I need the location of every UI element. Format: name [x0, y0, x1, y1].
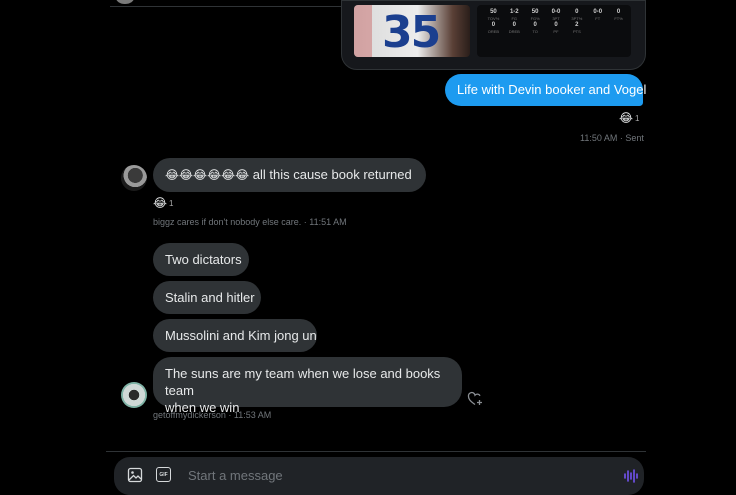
jersey-stripe — [354, 5, 372, 57]
message-meta: biggz cares if don't nobody else care. ·… — [153, 217, 347, 227]
stat-label: 3PT% — [571, 16, 583, 21]
message-composer: GIF Start a message — [114, 457, 644, 495]
message-meta: getoffmydickerson · 11:53 AM — [153, 410, 272, 420]
avatar[interactable] — [121, 382, 147, 408]
stats-panel: 50 1-2 50 0-0 0 0-0 0 TOV% FG FG% 3PT 3PT% FT FT% 0 0 0 0… — [477, 5, 631, 57]
sent-message-meta: 11:50 AM · Sent — [580, 133, 644, 143]
stat-value: 0 — [554, 22, 558, 28]
sent-message-text: Life with Devin booker and Vogel — [457, 82, 647, 97]
stat-label: PF — [553, 29, 559, 34]
composer-divider — [106, 451, 646, 452]
reaction-count: 1 — [169, 198, 174, 208]
message-text: all this cause book returned — [252, 167, 412, 182]
reaction-count: 1 — [635, 113, 640, 123]
laughing-emoji-icon: 😂 — [153, 196, 168, 210]
stat-value: 0 — [575, 9, 579, 15]
stat-value: 2 — [575, 22, 579, 28]
sent-message-bubble[interactable]: Life with Devin booker and Vogel — [445, 74, 647, 106]
stat-value: 0 — [533, 22, 537, 28]
stat-label: PTS — [572, 29, 581, 34]
stat-label: TOV% — [487, 16, 500, 21]
stat-label: 3PT — [552, 16, 560, 21]
received-message-bubble[interactable]: 😂😂😂😂😂😂 all this cause book returned — [153, 158, 426, 192]
stat-label — [608, 29, 629, 34]
jersey-number: 35 — [382, 7, 441, 57]
stat-label: FT — [595, 16, 601, 21]
stat-value: 0 — [616, 9, 621, 15]
stat-label: FG — [511, 16, 518, 21]
stat-label — [587, 29, 608, 34]
stat-label: DREB — [508, 29, 520, 34]
stat-value: 0 — [512, 22, 516, 28]
image-icon[interactable] — [127, 467, 143, 483]
stat-value: 0-0 — [551, 9, 561, 15]
message-input[interactable]: Start a message — [188, 468, 283, 483]
stat-value: 0-0 — [593, 9, 603, 15]
previous-avatar — [116, 0, 134, 4]
message-text: Two dictators — [165, 252, 242, 267]
stat-value: 50 — [531, 9, 539, 15]
gif-icon[interactable]: GIF — [156, 467, 171, 482]
avatar[interactable] — [121, 165, 147, 191]
voice-message-icon[interactable] — [622, 468, 638, 484]
stat-label: TO — [532, 29, 538, 34]
received-message-bubble[interactable]: Stalin and hitler — [153, 281, 261, 314]
received-message-bubble[interactable]: Two dictators — [153, 243, 249, 276]
stat-label: OREB — [487, 29, 500, 34]
message-text-line: The suns are my team when we lose and bo… — [165, 366, 441, 398]
add-reaction-icon[interactable] — [467, 391, 483, 407]
laughing-emoji-icon: 😂 — [619, 111, 634, 125]
stat-value: 1-2 — [509, 9, 519, 15]
shared-media-card[interactable]: 35 50 1-2 50 0-0 0 0-0 0 TOV% FG FG% 3PT 3PT% FT FT% 0… — [341, 0, 646, 70]
message-emojis: 😂😂😂😂😂😂 — [165, 168, 250, 182]
stat-value — [587, 22, 608, 28]
stat-value: 50 — [490, 9, 497, 15]
stat-value: 0 — [491, 22, 496, 28]
stat-grid: 50 1-2 50 0-0 0 0-0 0 TOV% FG FG% 3PT 3PT% FT FT% 0 0 0 0… — [483, 9, 629, 34]
message-reaction[interactable]: 😂 1 — [153, 197, 173, 209]
stat-label: FG% — [530, 16, 540, 21]
player-photo: 35 — [354, 5, 470, 57]
sent-message-reaction[interactable]: 😂 1 — [619, 112, 639, 124]
received-message-bubble[interactable]: Mussolini and Kim jong un — [153, 319, 317, 352]
received-message-bubble[interactable]: The suns are my team when we lose and bo… — [153, 357, 462, 415]
message-text: Mussolini and Kim jong un — [165, 328, 317, 343]
stat-label: FT% — [614, 16, 623, 21]
message-text: Stalin and hitler — [165, 290, 255, 305]
stat-value — [608, 22, 629, 28]
